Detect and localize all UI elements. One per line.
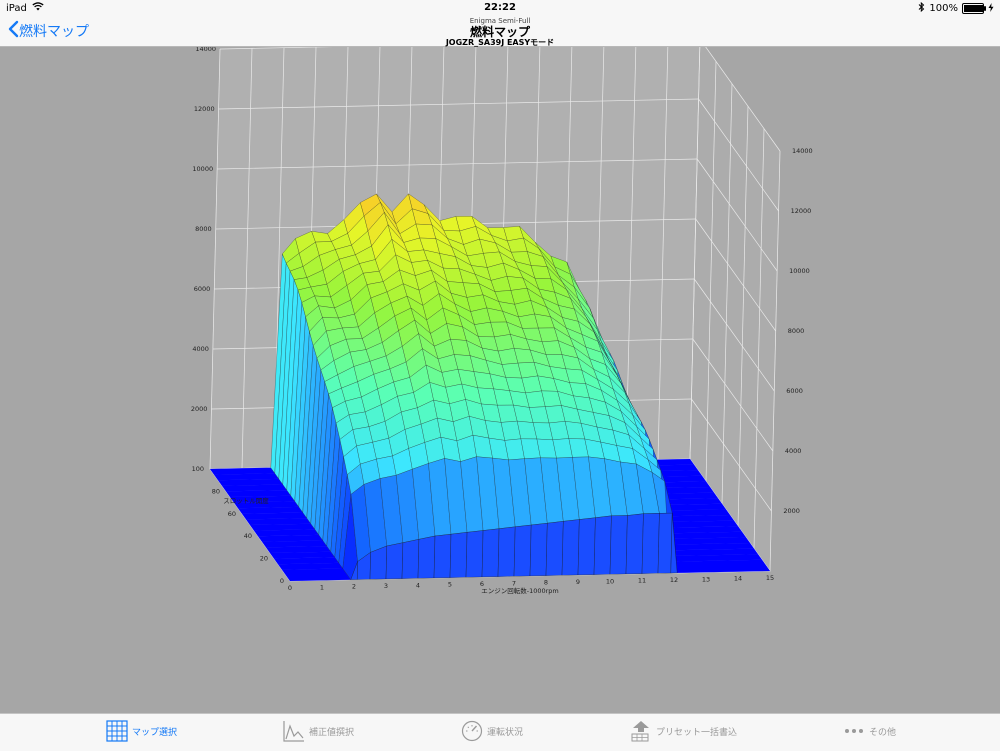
z-tick-label-right: 6000 bbox=[786, 387, 803, 395]
tab-other[interactable]: その他 bbox=[843, 720, 896, 742]
y-tick-label: 60 bbox=[228, 510, 236, 518]
grid-icon bbox=[106, 720, 128, 742]
x-tick-label: 2 bbox=[352, 583, 356, 591]
tab-label: 補正値撰択 bbox=[309, 727, 355, 738]
status-bar: iPad 22:22 100% bbox=[0, 0, 1000, 16]
tab-map-select[interactable]: マップ選択 bbox=[106, 720, 177, 742]
x-tick-label: 12 bbox=[670, 576, 678, 584]
z-tick-label-right: 10000 bbox=[789, 267, 810, 275]
tab-label: マップ選択 bbox=[132, 727, 178, 738]
nav-titles: Enigma Semi-Full 燃料マップ JOGZR_SA39J EASYモ… bbox=[0, 18, 1000, 47]
fuel-map-surface-plot[interactable]: 0 1 2 3 4 5 6 7 8 9 10 11 12 13 14 15204060801000200020… bbox=[0, 47, 1000, 713]
x-tick-label: 4 bbox=[416, 581, 420, 589]
tab-correction-select[interactable]: 補正値撰択 bbox=[283, 720, 354, 742]
tab-label: プリセット一括書込 bbox=[656, 727, 738, 738]
status-time: 22:22 bbox=[484, 2, 516, 13]
z-tick-label-right: 12000 bbox=[791, 207, 812, 215]
tab-preset-batch-write[interactable]: プリセット一括書込 bbox=[630, 720, 737, 742]
y-tick-label: 100 bbox=[192, 465, 204, 473]
z-tick-label-right: 4000 bbox=[785, 447, 802, 455]
battery-percent: 100% bbox=[929, 3, 958, 14]
x-tick-label: 0 bbox=[288, 584, 292, 592]
tab-label: その他 bbox=[869, 727, 897, 738]
charging-icon bbox=[988, 2, 994, 15]
nav-subtitle: Enigma Semi-Full bbox=[469, 17, 531, 25]
surface-cell bbox=[668, 559, 771, 574]
speedometer-icon bbox=[461, 720, 483, 742]
z-tick-label-left: 8000 bbox=[195, 225, 212, 233]
x-tick-label: 1 bbox=[320, 583, 324, 591]
z-tick-label-left: 4000 bbox=[192, 345, 209, 353]
status-right: 100% bbox=[918, 1, 994, 15]
line-chart-icon bbox=[283, 720, 305, 742]
tab-label: 運転状況 bbox=[487, 727, 524, 738]
z-tick-label-left: 14000 bbox=[195, 47, 216, 53]
y-tick-label: 40 bbox=[244, 532, 252, 540]
battery-icon bbox=[962, 3, 986, 14]
z-tick-label-right: 2000 bbox=[783, 507, 800, 515]
y-axis-label: スロットル開度 bbox=[223, 496, 269, 505]
x-tick-label: 5 bbox=[448, 581, 452, 589]
z-tick-label-left: 12000 bbox=[194, 105, 215, 113]
navigation-bar: 燃料マップ Enigma Semi-Full 燃料マップ JOGZR_SA39J… bbox=[0, 16, 1000, 47]
x-tick-label: 15 bbox=[766, 574, 774, 582]
z-tick-label-right: 14000 bbox=[792, 147, 813, 155]
upload-icon bbox=[630, 720, 652, 742]
x-tick-label: 13 bbox=[702, 575, 710, 583]
surface-cell bbox=[281, 568, 352, 582]
x-tick-label: 3 bbox=[384, 582, 388, 590]
bluetooth-icon bbox=[918, 1, 925, 15]
more-icon bbox=[843, 720, 865, 742]
z-tick-label-left: 6000 bbox=[194, 285, 211, 293]
x-tick-label: 14 bbox=[734, 575, 742, 583]
x-tick-label: 9 bbox=[576, 578, 580, 586]
y-tick-label: 20 bbox=[260, 555, 268, 563]
page-title: 燃料マップ bbox=[469, 25, 530, 39]
model-name: JOGZR_SA39J EASYモード bbox=[445, 38, 555, 47]
z-tick-label-left: 10000 bbox=[192, 165, 213, 173]
y-tick-label: 0 bbox=[280, 577, 284, 585]
x-tick-label: 8 bbox=[544, 579, 548, 587]
z-tick-label-right: 8000 bbox=[788, 327, 805, 335]
z-tick-label-left: 2000 bbox=[191, 405, 208, 413]
fuel-map-chart[interactable]: 0 1 2 3 4 5 6 7 8 9 10 11 12 13 14 15 20 40 60 80 100 0 2000 20… bbox=[0, 47, 1000, 713]
tab-driving-status[interactable]: 運転状況 bbox=[461, 720, 523, 742]
tab-bar: マップ選択 補正値撰択 運転状況 プリセット一括書込 その他 bbox=[0, 713, 1000, 751]
y-tick-label: 80 bbox=[212, 487, 220, 495]
x-axis-label: エンジン回転数-1000rpm bbox=[481, 586, 559, 595]
x-tick-label: 10 bbox=[606, 577, 614, 585]
x-tick-label: 11 bbox=[638, 577, 646, 585]
